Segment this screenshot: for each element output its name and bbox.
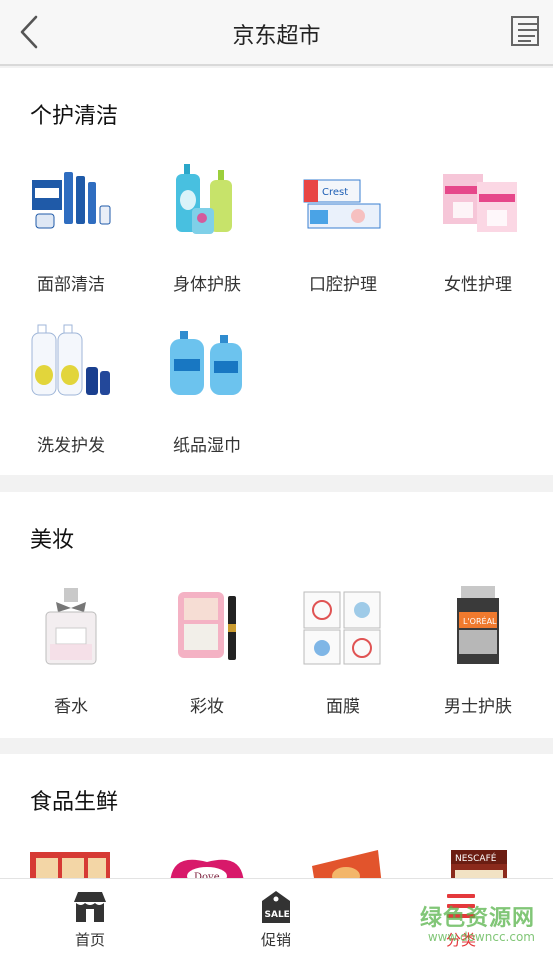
tab-label: 分类 — [445, 931, 476, 949]
nescafe-coffee-icon: NESCAFÉ — [433, 846, 523, 878]
category-item-mens-skincare[interactable]: L'ORÉAL 男士护肤 — [419, 584, 537, 717]
menu-button[interactable] — [509, 14, 543, 48]
face-mask-sheets-icon — [298, 584, 388, 674]
tab-label: 首页 — [74, 931, 105, 949]
perfume-bottle-icon — [26, 584, 116, 674]
top-bar: 京东超市 — [0, 0, 553, 66]
category-item-body-care[interactable]: 身体护肤 — [148, 162, 266, 295]
biscuit-pack-icon — [298, 846, 388, 878]
section-food-fresh: 食品生鲜 Dove NESCAFÉ — [0, 754, 553, 878]
tab-label: 促销 — [260, 931, 291, 949]
bottom-nav: 首页 SALE 促销 分类 — [0, 878, 553, 954]
category-label: 口腔护理 — [309, 275, 377, 295]
category-label: 身体护肤 — [173, 275, 241, 295]
hand-wash-bottles-icon — [162, 323, 252, 413]
makeup-compact-icon — [162, 584, 252, 674]
category-item-face-mask[interactable]: 面膜 — [284, 584, 402, 717]
sanitary-pad-packs-icon — [433, 162, 523, 252]
category-content: 个护清洁 面部清洁 身体护肤 Crest 口腔护理 女性护理 洗发护发 纸品湿巾… — [0, 68, 553, 878]
svg-text:Crest: Crest — [322, 187, 348, 198]
category-label: 男士护肤 — [444, 697, 512, 717]
section-title: 个护清洁 — [30, 104, 119, 129]
toothpaste-box-icon: Crest — [298, 162, 388, 252]
category-label: 面部清洁 — [37, 275, 105, 295]
sale-tag-icon: SALE — [258, 889, 294, 925]
category-label: 香水 — [54, 697, 88, 717]
section-beauty: 美妆 香水 彩妆 面膜 L'ORÉAL 男士护肤 — [0, 492, 553, 738]
category-item-perfume[interactable]: 香水 — [12, 584, 130, 717]
category-item-oral-care[interactable]: Crest 口腔护理 — [284, 162, 402, 295]
category-item-makeup[interactable]: 彩妆 — [148, 584, 266, 717]
category-icon — [443, 889, 479, 925]
category-label: 洗发护发 — [37, 436, 105, 456]
tab-category[interactable]: 分类 — [406, 879, 516, 954]
category-label: 女性护理 — [444, 275, 512, 295]
category-item-coffee[interactable]: NESCAFÉ — [419, 846, 537, 878]
shampoo-bottles-icon — [26, 323, 116, 413]
body-wash-bottles-icon — [162, 162, 252, 252]
section-title: 食品生鲜 — [30, 790, 119, 815]
svg-text:NESCAFÉ: NESCAFÉ — [455, 852, 497, 864]
store-icon — [72, 889, 108, 925]
svg-text:SALE: SALE — [265, 910, 290, 920]
category-item-face-cleansing[interactable]: 面部清洁 — [12, 162, 130, 295]
tab-home[interactable]: 首页 — [35, 879, 145, 954]
category-item-snacks[interactable] — [12, 846, 130, 878]
category-label: 彩妆 — [190, 697, 224, 717]
list-menu-icon — [511, 16, 539, 46]
section-personal-care: 个护清洁 面部清洁 身体护肤 Crest 口腔护理 女性护理 洗发护发 纸品湿巾 — [0, 68, 553, 475]
men-skincare-jar-icon: L'ORÉAL — [433, 584, 523, 674]
category-item-tissues-wipes[interactable]: 纸品湿巾 — [148, 323, 266, 456]
category-item-chocolate[interactable]: Dove — [148, 846, 266, 878]
category-label: 纸品湿巾 — [173, 436, 241, 456]
snack-gift-box-icon — [26, 846, 116, 878]
svg-text:L'ORÉAL: L'ORÉAL — [463, 615, 497, 626]
category-item-biscuits[interactable] — [284, 846, 402, 878]
section-title: 美妆 — [30, 528, 75, 553]
face-cleanser-bottles-icon — [26, 162, 116, 252]
category-label: 面膜 — [326, 697, 360, 717]
category-item-hair-care[interactable]: 洗发护发 — [12, 323, 130, 456]
page-title: 京东超市 — [232, 24, 321, 49]
category-item-feminine-care[interactable]: 女性护理 — [419, 162, 537, 295]
dove-chocolate-icon: Dove — [162, 846, 252, 878]
tab-promotions[interactable]: SALE 促销 — [221, 879, 331, 954]
